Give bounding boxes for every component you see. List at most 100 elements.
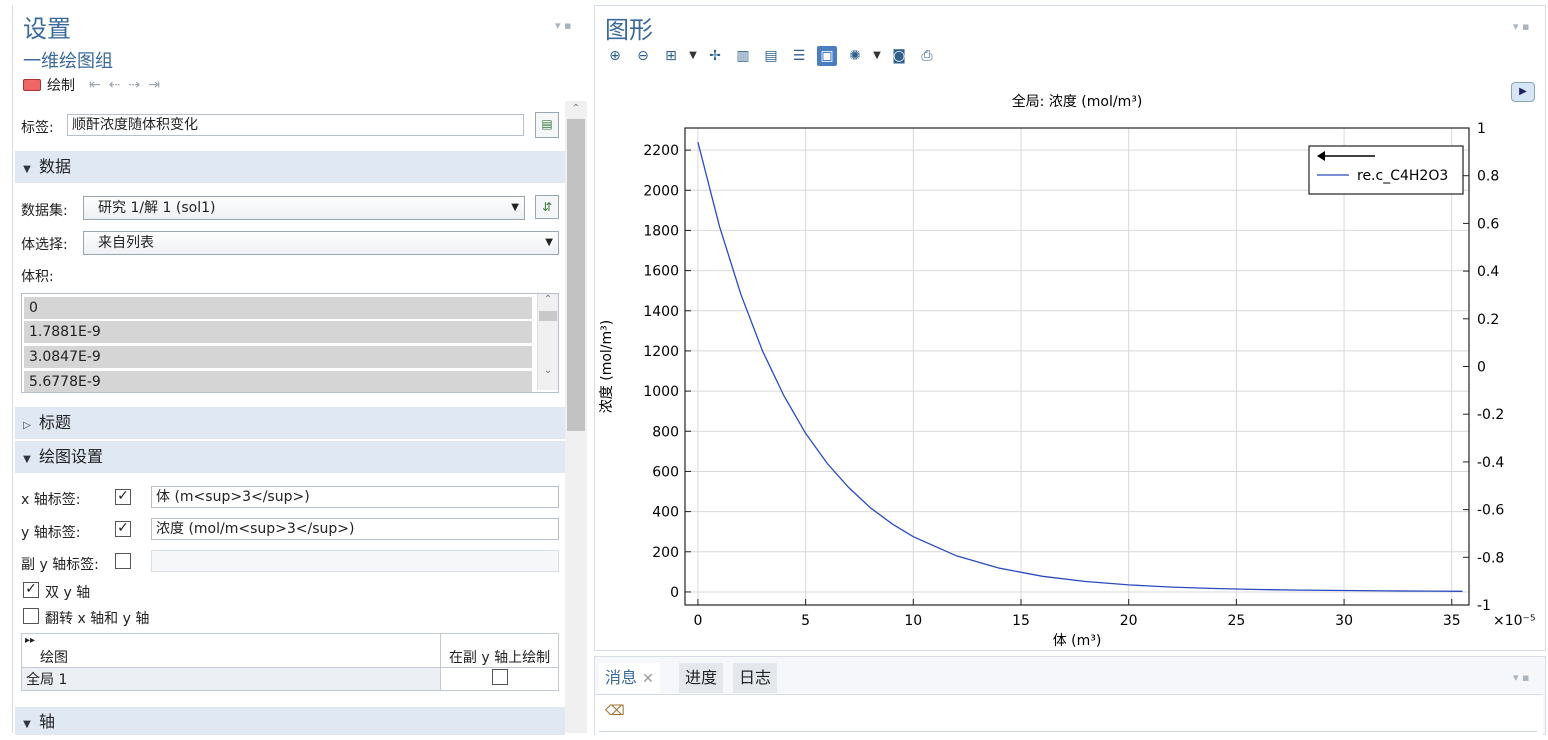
collapse-icon: ▼ xyxy=(15,710,39,740)
plot-table: ▸▸ 绘图 在副 y 轴上绘制 全局 1 xyxy=(21,633,559,691)
zoom-out-icon[interactable]: ⊖ xyxy=(633,46,653,66)
pane-menu-icon[interactable]: ▾ ▪ xyxy=(1513,20,1529,33)
dual-y-label: 双 y 轴 xyxy=(45,582,90,602)
zoom-box-icon[interactable]: ⊞ xyxy=(661,46,681,66)
volume-list[interactable]: 0 1.7881E-9 3.0847E-9 5.6778E-9 ⌃⌄ xyxy=(21,293,559,393)
label-caption: 标签: xyxy=(21,117,54,137)
list-item[interactable]: 5.6778E-9 xyxy=(24,371,532,393)
y2-label-field[interactable] xyxy=(151,550,559,572)
y2-tick-label: 0 xyxy=(1477,360,1486,376)
volume-caption: 体积: xyxy=(21,266,54,286)
pane-menu-icon[interactable]: ▾ ▪ xyxy=(555,19,571,32)
zoom-extents-icon[interactable]: ✢ xyxy=(705,46,725,66)
table-header-plot: ▸▸ 绘图 xyxy=(22,634,441,668)
zoom-in-icon[interactable]: ⊕ xyxy=(605,46,625,66)
dataset-select[interactable]: 研究 1/解 1 (sol1)▼ xyxy=(83,196,525,220)
x-label-caption: x 轴标签: xyxy=(21,489,80,509)
y2-tick-label: 1 xyxy=(1477,121,1486,137)
chart: 0510152025303502004006008001000120014001… xyxy=(595,74,1543,649)
dropdown-icon[interactable]: ▼ xyxy=(873,46,881,66)
dataset-goto-icon[interactable]: ⇵ xyxy=(535,195,559,219)
section-axis[interactable]: ▼轴 xyxy=(15,707,565,735)
tab-log[interactable]: 日志 xyxy=(733,663,777,693)
plot-toolbar: 绘制 ⇤⇠⇢⇥ xyxy=(23,75,168,95)
plot-button[interactable]: 绘制 xyxy=(47,75,75,95)
flip-axes-checkbox[interactable] xyxy=(23,608,39,624)
collapse-icon: ▼ xyxy=(15,154,39,186)
table-header-secondary: 在副 y 轴上绘制 xyxy=(441,634,559,668)
pane-menu-icon[interactable]: ▾ ▪ xyxy=(1513,671,1529,684)
section-data[interactable]: ▼数据 xyxy=(15,151,565,183)
section-plot-settings[interactable]: ▼绘图设置 xyxy=(15,441,565,473)
list-item[interactable]: 1.7881E-9 xyxy=(24,321,532,343)
settings-scrollbar[interactable]: ⌃ xyxy=(565,101,587,733)
expand-table-icon[interactable]: ▸▸ xyxy=(25,635,35,646)
label-field[interactable]: 顺酐浓度随体积变化 xyxy=(67,114,524,136)
y-tick-label: 600 xyxy=(652,464,679,480)
list-item[interactable]: 0 xyxy=(24,297,532,319)
y2-label-caption: 副 y 轴标签: xyxy=(21,554,99,574)
tab-messages[interactable]: 消息 ✕ xyxy=(599,663,660,693)
dropdown-icon[interactable]: ▼ xyxy=(689,46,697,66)
x-tick-label: 25 xyxy=(1227,613,1245,629)
grid-icon[interactable]: ▥ xyxy=(733,46,753,66)
y2-tick-label: 0.8 xyxy=(1477,169,1499,185)
y-tick-label: 1800 xyxy=(643,223,679,239)
x-label-field[interactable]: 体 (m<sup>3</sup>) xyxy=(151,486,559,508)
table-cell-plot-name: 全局 1 xyxy=(22,668,441,691)
scroll-thumb[interactable] xyxy=(567,119,585,431)
chart-series xyxy=(698,142,1463,591)
secondary-axis-checkbox[interactable] xyxy=(492,669,508,685)
y-label-field[interactable]: 浓度 (mol/m<sup>3</sup>) xyxy=(151,518,559,540)
volume-select[interactable]: 来自列表▼ xyxy=(83,231,559,255)
grid-icon[interactable]: ☰ xyxy=(789,46,809,66)
clear-icon[interactable]: ⌫ xyxy=(605,703,625,719)
table-row[interactable]: 全局 1 xyxy=(22,668,559,691)
plot-icon[interactable] xyxy=(23,79,41,91)
x-label-checkbox[interactable]: ✓ xyxy=(115,489,131,505)
chart-frame xyxy=(685,128,1469,605)
flip-axes-label: 翻转 x 轴和 y 轴 xyxy=(45,608,149,628)
chart-title: 全局: 浓度 (mol/m³) xyxy=(1012,93,1143,110)
section-title[interactable]: ▷标题 xyxy=(15,407,565,439)
frame-icon[interactable]: ▣ xyxy=(817,46,837,66)
scene-light-icon[interactable]: ✺ xyxy=(845,46,865,66)
x-axis-label: 体 (m³) xyxy=(1053,633,1102,649)
y2-label-checkbox[interactable] xyxy=(115,553,131,569)
navigation-arrows-icon[interactable]: ⇤⇠⇢⇥ xyxy=(89,77,168,93)
collapse-icon: ▼ xyxy=(15,444,39,476)
x-tick-label: 20 xyxy=(1120,613,1138,629)
y-tick-label: 1200 xyxy=(643,344,679,360)
y2-tick-label: -1 xyxy=(1477,598,1491,614)
label-options-icon[interactable]: ▤ xyxy=(535,112,559,138)
y-tick-label: 2000 xyxy=(643,183,679,199)
print-icon[interactable]: ⎙ xyxy=(917,46,937,66)
messages-content: ⌫ xyxy=(595,694,1543,735)
series-line xyxy=(698,142,1463,591)
y-tick-label: 400 xyxy=(652,505,679,521)
scroll-up-icon[interactable]: ⌃ xyxy=(565,103,587,114)
tab-progress[interactable]: 进度 xyxy=(679,663,723,693)
list-item[interactable]: 3.0847E-9 xyxy=(24,346,532,368)
graphics-pane: 图形 ▾ ▪ ⊕ ⊖ ⊞ ▼ ✢ ▥ ▤ ☰ ▣ ✺ ▼ ◙ ⎙ ▶ 05101… xyxy=(594,5,1546,651)
x-tick-label: 35 xyxy=(1443,613,1461,629)
y-tick-label: 1600 xyxy=(643,264,679,280)
grid-icon[interactable]: ▤ xyxy=(761,46,781,66)
y-axis-label: 浓度 (mol/m³) xyxy=(599,320,615,413)
x-tick-label: 5 xyxy=(801,613,810,629)
dual-y-checkbox[interactable]: ✓ xyxy=(23,582,39,598)
y-label-checkbox[interactable]: ✓ xyxy=(115,521,131,537)
close-icon[interactable]: ✕ xyxy=(642,671,654,687)
camera-icon[interactable]: ◙ xyxy=(889,46,909,66)
list-scrollbar[interactable]: ⌃⌄ xyxy=(537,294,558,390)
y-label-caption: y 轴标签: xyxy=(21,522,80,542)
legend-label: re.c_C4H2O3 xyxy=(1357,168,1448,184)
y2-tick-label: -0.4 xyxy=(1477,455,1504,471)
graphics-toolbar: ⊕ ⊖ ⊞ ▼ ✢ ▥ ▤ ☰ ▣ ✺ ▼ ◙ ⎙ xyxy=(605,46,937,66)
y2-tick-label: -0.8 xyxy=(1477,550,1504,566)
chart-grid xyxy=(685,128,1469,605)
chart-ticks: 0510152025303502004006008001000120014001… xyxy=(643,121,1504,629)
y-tick-label: 200 xyxy=(652,545,679,561)
y2-tick-label: 0.6 xyxy=(1477,216,1499,232)
settings-title: 设置 xyxy=(23,9,71,44)
